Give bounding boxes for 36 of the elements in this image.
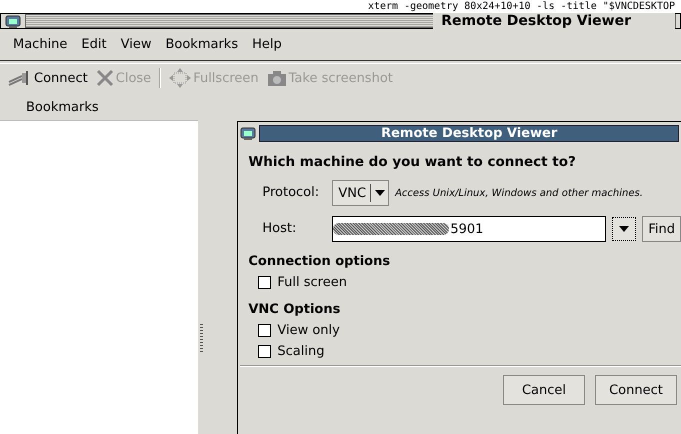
dropdown-arrow-icon: [619, 226, 630, 232]
menu-item[interactable]: View: [114, 34, 158, 54]
window-title: Remote Desktop Viewer: [433, 13, 675, 29]
host-dropdown-button[interactable]: [612, 217, 636, 241]
checkbox[interactable]: [258, 345, 272, 358]
checkbox[interactable]: [258, 276, 272, 289]
find-button[interactable]: Find: [642, 216, 681, 242]
checkbox-label[interactable]: View only: [277, 323, 340, 338]
protocol-dropdown[interactable]: VNC: [332, 180, 390, 206]
toolbar-button[interactable]: Connect: [8, 70, 88, 86]
dialog-title: Remote Desktop Viewer: [259, 124, 679, 142]
camera-icon: [266, 70, 287, 86]
protocol-description: Access Unix/Linux, Windows and other machines.: [395, 188, 643, 198]
menu-item[interactable]: Machine: [6, 34, 74, 54]
dialog-button[interactable]: Cancel: [503, 375, 585, 405]
menu-item[interactable]: Edit: [74, 34, 114, 54]
column-header: Bookmarks: [0, 94, 198, 121]
dialog-heading: Which machine do you want to connect to?: [248, 154, 577, 170]
host-field[interactable]: 5901: [332, 216, 606, 242]
terminal-text: xterm -geometry 80x24+10+10 -ls -title "$VNCDESKTOP: [368, 0, 676, 13]
checkbox-label[interactable]: Scaling: [277, 344, 324, 359]
four-arrows-icon: [169, 68, 192, 88]
pane-grip[interactable]: [200, 324, 204, 354]
close-icon: [96, 69, 114, 87]
monitor-icon: [5, 14, 21, 28]
dialog-button[interactable]: Connect: [595, 375, 677, 405]
menu-item[interactable]: Bookmarks: [158, 34, 246, 54]
section-heading: Connection options: [248, 254, 392, 269]
menu-item[interactable]: Help: [245, 34, 289, 54]
checkbox-label[interactable]: Full screen: [277, 275, 347, 290]
monitor-icon: [240, 126, 256, 140]
protocol-label: Protocol:: [262, 184, 320, 202]
checkbox[interactable]: [258, 324, 272, 337]
dropdown-arrow-icon: [375, 190, 386, 196]
section-heading: VNC Options: [248, 302, 342, 317]
host-label: Host:: [262, 220, 298, 238]
